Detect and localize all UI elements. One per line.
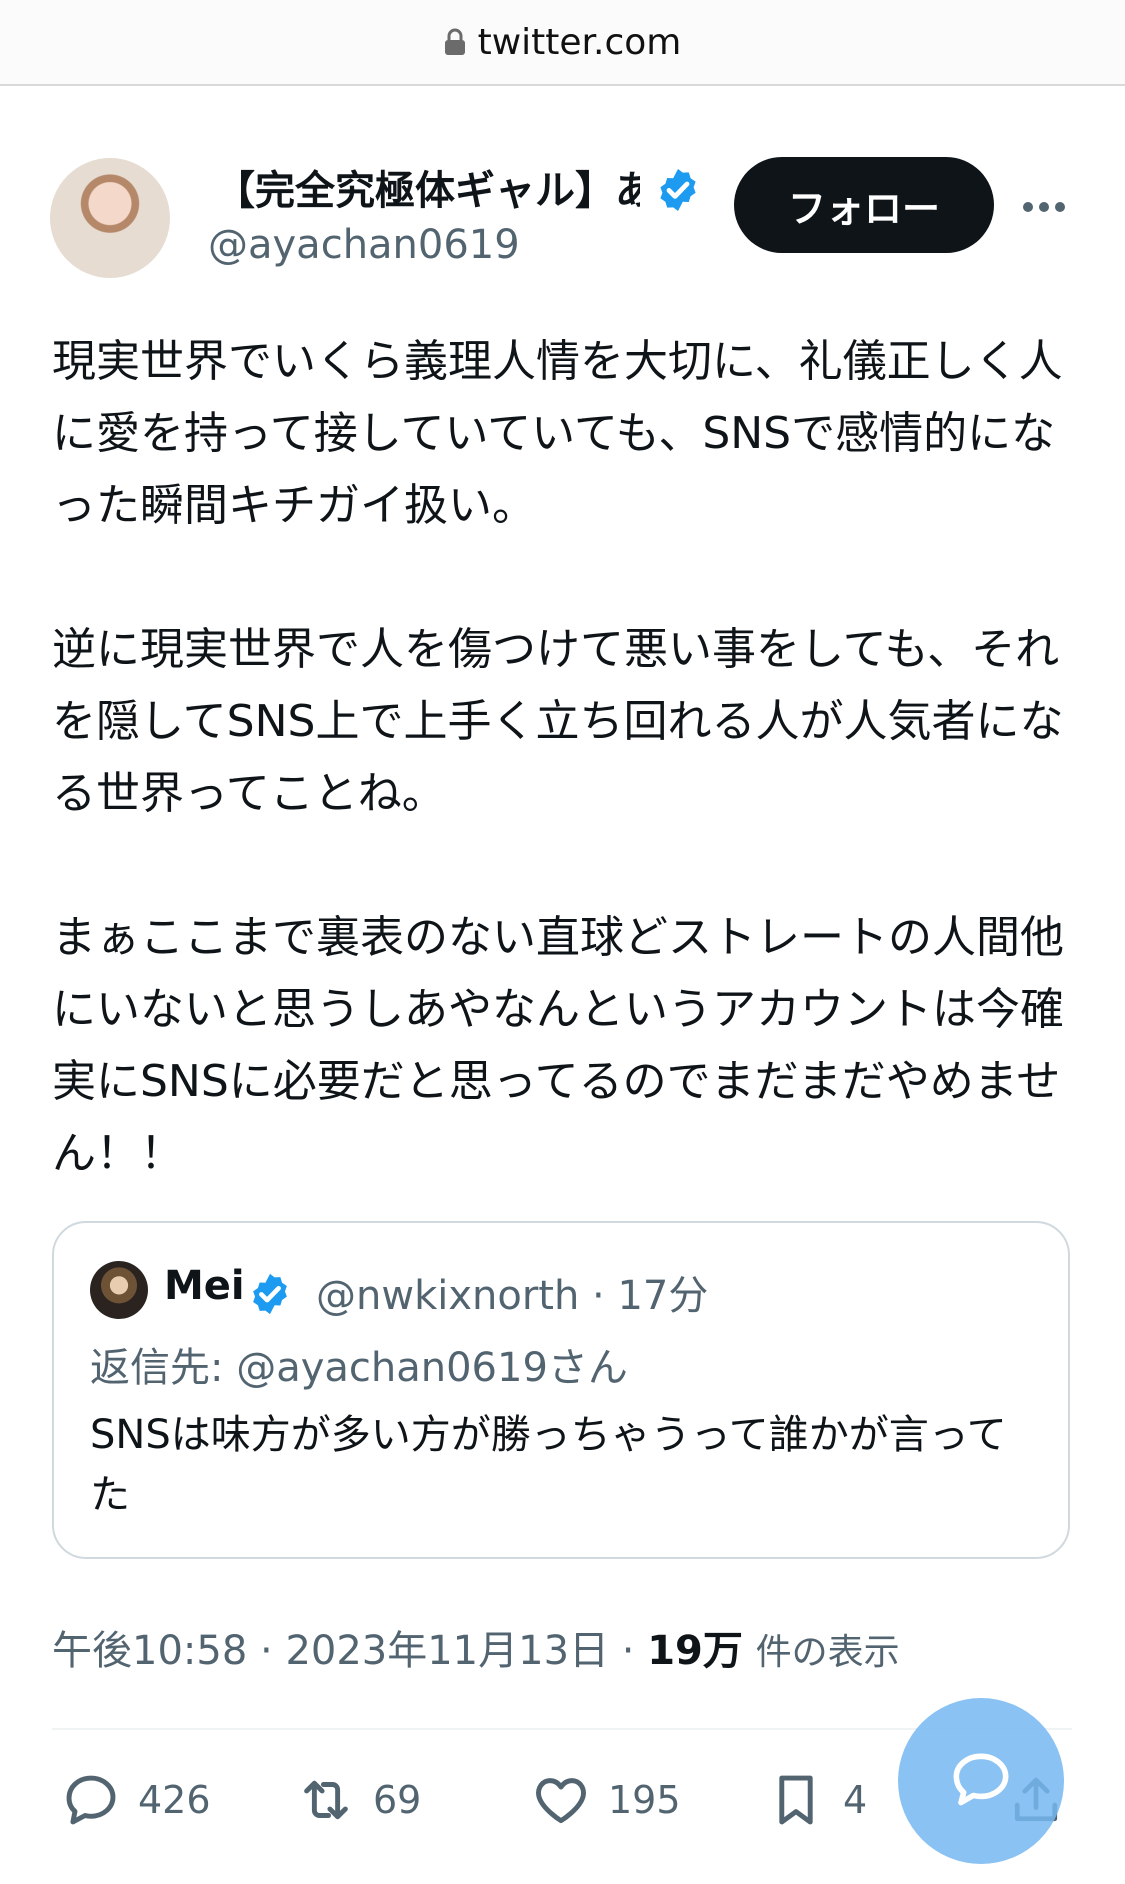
tweet-time[interactable]: 午後10:58 (52, 1628, 247, 1674)
bookmark-icon (779, 1775, 813, 1825)
heart-icon (536, 1778, 586, 1824)
verified-badge-icon (253, 1273, 287, 1315)
retweet-button[interactable]: 69 (295, 1770, 421, 1830)
quoted-tweet[interactable]: Mei @nwkixnorth · 17分 返信先: @ayachan0619さ… (52, 1221, 1070, 1559)
tweet-date[interactable]: 2023年11月13日 (285, 1628, 609, 1674)
quote-handle-time: @nwkixnorth · 17分 (316, 1273, 709, 1319)
compose-message-button[interactable] (898, 1698, 1064, 1864)
lock-icon (444, 28, 465, 55)
reply-count: 426 (138, 1778, 211, 1822)
view-label: 件の表示 (755, 1632, 900, 1673)
reply-button[interactable]: 426 (60, 1770, 211, 1830)
follow-button[interactable]: フォロー (734, 157, 994, 253)
browser-address-bar[interactable]: twitter.com (0, 0, 1125, 86)
meta-separator: · (260, 1628, 273, 1674)
more-options-icon[interactable] (1020, 190, 1068, 224)
tweet-meta: 午後10:58 · 2023年11月13日 · 19万 件の表示 (52, 1618, 900, 1676)
quote-author-name: Mei (164, 1263, 245, 1309)
bookmark-count: 4 (843, 1778, 868, 1822)
tweet-text: 現実世界でいくら義理人情を大切に、礼儀正しく人に愛を持って接していていても、SN… (52, 336, 1064, 1179)
author-avatar[interactable] (50, 158, 170, 278)
like-count: 195 (608, 1778, 681, 1822)
bookmark-button[interactable]: 4 (765, 1770, 867, 1830)
meta-separator: · (621, 1628, 635, 1674)
quote-text: SNSは味方が多い方が勝っちゃうって誰かが言ってた (90, 1412, 1007, 1518)
retweet-count: 69 (373, 1778, 422, 1822)
author-handle[interactable]: @ayachan0619 (208, 222, 520, 268)
retweet-icon (304, 1780, 348, 1820)
author-name[interactable]: 【完全究極体ギャル】あ (215, 158, 640, 216)
view-count: 19万 (647, 1628, 743, 1674)
like-button[interactable]: 195 (530, 1770, 681, 1830)
verified-badge-icon (660, 169, 696, 211)
quote-reply-to: 返信先: @ayachan0619さん (90, 1345, 628, 1391)
reply-icon (66, 1775, 116, 1825)
quote-avatar (90, 1261, 148, 1319)
chat-bubble-icon (953, 1753, 1009, 1806)
page-url: twitter.com (477, 21, 682, 63)
